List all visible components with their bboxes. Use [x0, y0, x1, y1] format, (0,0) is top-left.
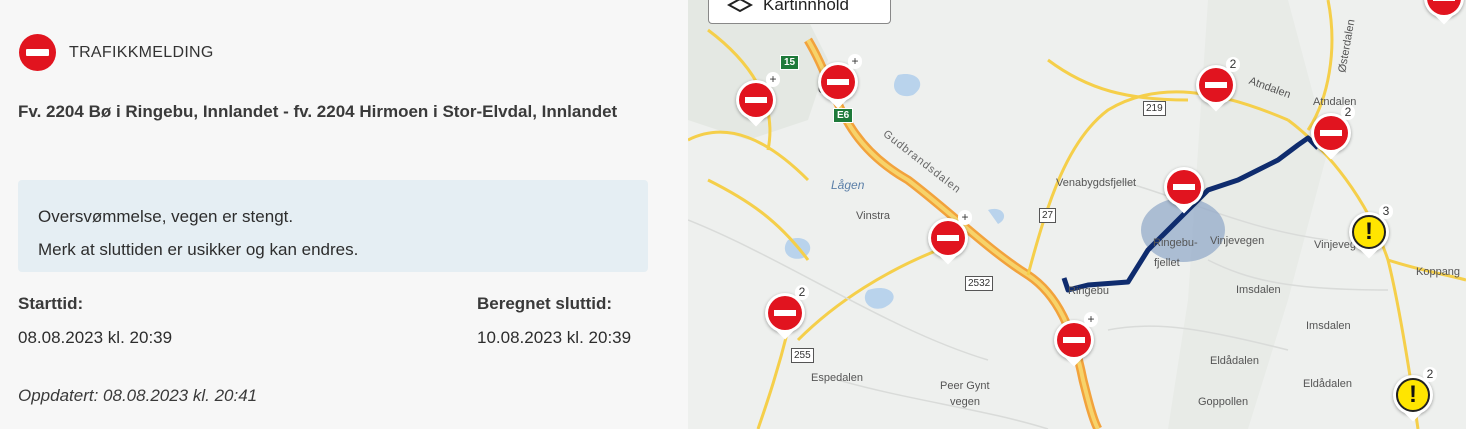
place-label: fjellet — [1154, 257, 1180, 269]
start-time-value: 08.08.2023 kl. 20:39 — [18, 328, 173, 347]
no-entry-icon — [1057, 323, 1091, 357]
warning-icon — [1352, 215, 1386, 249]
road-closed-marker[interactable] — [1424, 0, 1464, 28]
place-label: Espedalen — [811, 372, 863, 384]
road-shield: 2532 — [965, 276, 994, 291]
marker-badge: + — [848, 54, 862, 69]
place-label: vegen — [950, 396, 980, 408]
end-time: Beregnet sluttid: 10.08.2023 kl. 20:39 — [477, 292, 631, 350]
place-label: Lågen — [831, 178, 865, 192]
road-closed-marker[interactable]: 2 — [1196, 57, 1240, 115]
map-layers-button[interactable]: Kartinnhold — [708, 0, 891, 24]
road-closed-marker[interactable]: 2 — [765, 285, 809, 343]
layers-icon — [727, 0, 753, 14]
end-time-value: 10.08.2023 kl. 20:39 — [477, 328, 632, 347]
road-closed-marker[interactable]: + — [818, 54, 862, 112]
place-label: Ringebu- — [1153, 237, 1198, 249]
map-layers-label: Kartinnhold — [763, 0, 850, 14]
no-entry-icon — [821, 65, 855, 99]
place-label: Vinjevegen — [1210, 235, 1265, 247]
place-label: Koppang — [1416, 266, 1461, 278]
traffic-message-panel: TRAFIKKMELDING Fv. 2204 Bø i Ringebu, In… — [0, 0, 688, 429]
end-time-label: Beregnet sluttid: — [477, 294, 613, 313]
road-closed-marker[interactable]: + — [1054, 312, 1098, 370]
place-label: Imsdalen — [1306, 320, 1351, 332]
road-closed-marker[interactable]: + — [736, 72, 780, 130]
map-view[interactable]: Kartinnhold Otta Lågen Gudbrandsdalen Vi… — [688, 0, 1466, 429]
place-label: Goppollen — [1198, 396, 1249, 408]
road-shield: 255 — [791, 348, 814, 363]
message-title: Fv. 2204 Bø i Ringebu, Innlandet - fv. 2… — [18, 102, 618, 121]
place-label: Vinstra — [856, 210, 891, 222]
message-type-label: TRAFIKKMELDING — [69, 43, 214, 61]
no-entry-icon — [19, 34, 56, 71]
marker-badge: 2 — [1341, 105, 1355, 120]
info-line: Merk at sluttiden er usikker og kan endr… — [38, 240, 359, 259]
info-line: Oversvømmelse, vegen er stengt. — [38, 207, 294, 226]
no-entry-icon — [768, 296, 802, 330]
message-header: TRAFIKKMELDING — [19, 34, 214, 71]
no-entry-icon — [1314, 116, 1348, 150]
no-entry-icon — [931, 221, 965, 255]
marker-badge: 2 — [1423, 367, 1437, 382]
place-label: Imsdalen — [1236, 284, 1281, 296]
warning-icon — [1396, 378, 1430, 412]
marker-badge: + — [958, 210, 972, 225]
place-label: Ringebu — [1068, 285, 1109, 297]
warning-marker[interactable]: 2 — [1393, 367, 1437, 425]
place-label: Eldådalen — [1210, 355, 1259, 367]
place-label: Venabygdsfjellet — [1056, 177, 1137, 189]
no-entry-icon — [1199, 68, 1233, 102]
start-time: Starttid: 08.08.2023 kl. 20:39 — [18, 292, 172, 350]
info-box: Oversvømmelse, vegen er stengt. Merk at … — [18, 180, 648, 272]
start-time-label: Starttid: — [18, 294, 84, 313]
updated-timestamp: Oppdatert: 08.08.2023 kl. 20:41 — [18, 386, 258, 405]
marker-badge: 2 — [1226, 57, 1240, 72]
warning-marker[interactable]: 3 — [1349, 204, 1393, 262]
no-entry-icon — [739, 83, 773, 117]
marker-badge: 2 — [795, 285, 809, 300]
marker-badge: + — [766, 72, 780, 87]
road-closed-marker-selected[interactable] — [1164, 167, 1204, 217]
marker-badge: + — [1084, 312, 1098, 327]
road-closed-marker[interactable]: + — [928, 210, 972, 268]
place-label: Peer Gynt — [940, 380, 990, 392]
road-shield: 27 — [1039, 208, 1057, 223]
road-shield: 219 — [1143, 101, 1166, 116]
marker-badge: 3 — [1379, 204, 1393, 219]
place-label: Eldådalen — [1303, 378, 1352, 390]
no-entry-icon — [1167, 170, 1201, 204]
road-shield: 15 — [780, 55, 800, 70]
road-closed-marker[interactable]: 2 — [1311, 105, 1355, 163]
